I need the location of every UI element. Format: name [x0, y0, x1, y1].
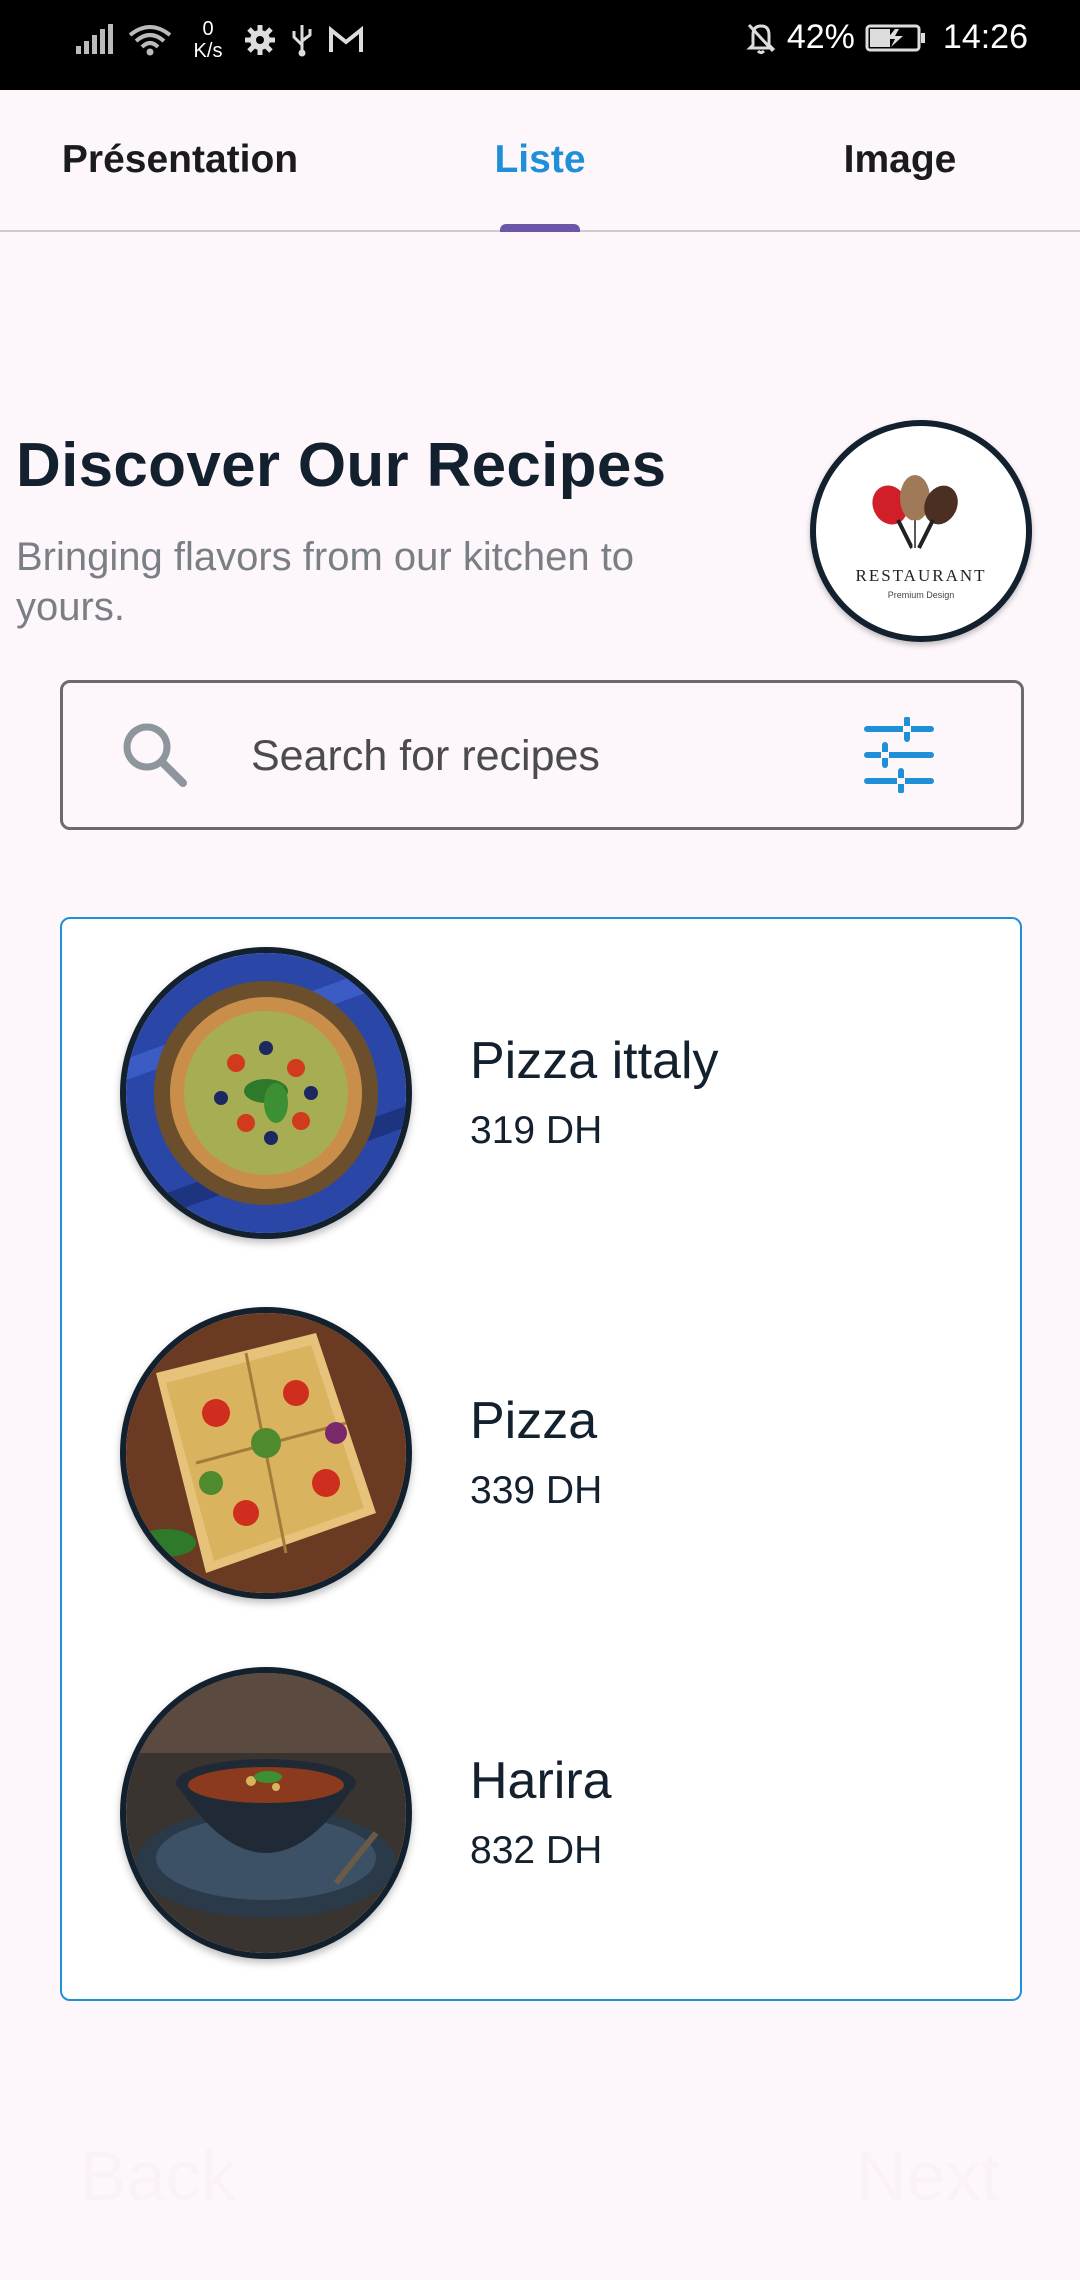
- recipe-list: Pizza ittaly 319 DH Pizza 339 DH Harira …: [60, 917, 1022, 2001]
- recipe-name: Pizza: [470, 1392, 598, 1450]
- recipe-name: Pizza ittaly: [470, 1032, 719, 1090]
- recipe-price: 832 DH: [470, 1829, 603, 1872]
- recipe-name: Harira: [470, 1752, 612, 1810]
- bell-off-icon: [746, 23, 776, 54]
- spoons-logo-icon: [872, 475, 958, 549]
- recipe-price: 339 DH: [470, 1469, 603, 1512]
- restaurant-logo: RESTAURANT Premium Design: [810, 420, 1032, 642]
- wifi-icon: [128, 25, 172, 56]
- status-right: 42% 14:26: [745, 18, 1028, 57]
- soup-bowl-image-icon: [126, 1673, 406, 1953]
- status-left: 0 K/s: [74, 18, 364, 62]
- back-button[interactable]: Back: [80, 2136, 236, 2216]
- battery-charging-icon: [865, 24, 925, 51]
- pizza-image-icon: [126, 953, 406, 1233]
- gmail-icon: [329, 26, 363, 52]
- search-icon: [123, 723, 187, 787]
- page-title: Discover Our Recipes: [16, 431, 667, 500]
- settings-gear-icon: [245, 25, 275, 55]
- filter-sliders-icon[interactable]: [863, 717, 935, 793]
- tab-bar: Présentation Liste Image: [0, 90, 1080, 232]
- recipe-image: [120, 947, 412, 1239]
- tab-liste[interactable]: Liste: [360, 90, 720, 230]
- search-bar[interactable]: [60, 680, 1024, 830]
- network-speed-unit: K/s: [193, 40, 223, 62]
- flatbread-pizza-image-icon: [126, 1313, 406, 1593]
- tab-image[interactable]: Image: [720, 90, 1080, 230]
- search-input[interactable]: [249, 723, 813, 789]
- network-speed-value: 0: [202, 18, 214, 40]
- clock: 14:26: [942, 18, 1028, 56]
- recipe-image: [120, 1667, 412, 1959]
- page-subtitle: Bringing flavors from our kitchen to you…: [16, 535, 635, 629]
- recipe-price: 319 DH: [470, 1109, 603, 1152]
- tab-presentation[interactable]: Présentation: [0, 90, 360, 230]
- logo-subtext: Premium Design: [887, 590, 955, 600]
- recipe-item[interactable]: Harira 832 DH: [62, 1639, 1020, 1959]
- usb-icon: [292, 25, 312, 57]
- network-speed: 0 K/s: [186, 18, 230, 62]
- recipe-item[interactable]: Pizza ittaly 319 DH: [62, 919, 1020, 1239]
- recipe-item[interactable]: Pizza 339 DH: [62, 1279, 1020, 1599]
- next-button[interactable]: Next: [856, 2136, 1000, 2216]
- status-bar: 0 K/s 42% 14:26: [0, 0, 1080, 90]
- battery-percent: 42%: [786, 18, 855, 56]
- recipe-image: [120, 1307, 412, 1599]
- signal-icon: [76, 24, 113, 54]
- active-tab-indicator: [500, 224, 580, 232]
- logo-text: RESTAURANT: [855, 566, 987, 585]
